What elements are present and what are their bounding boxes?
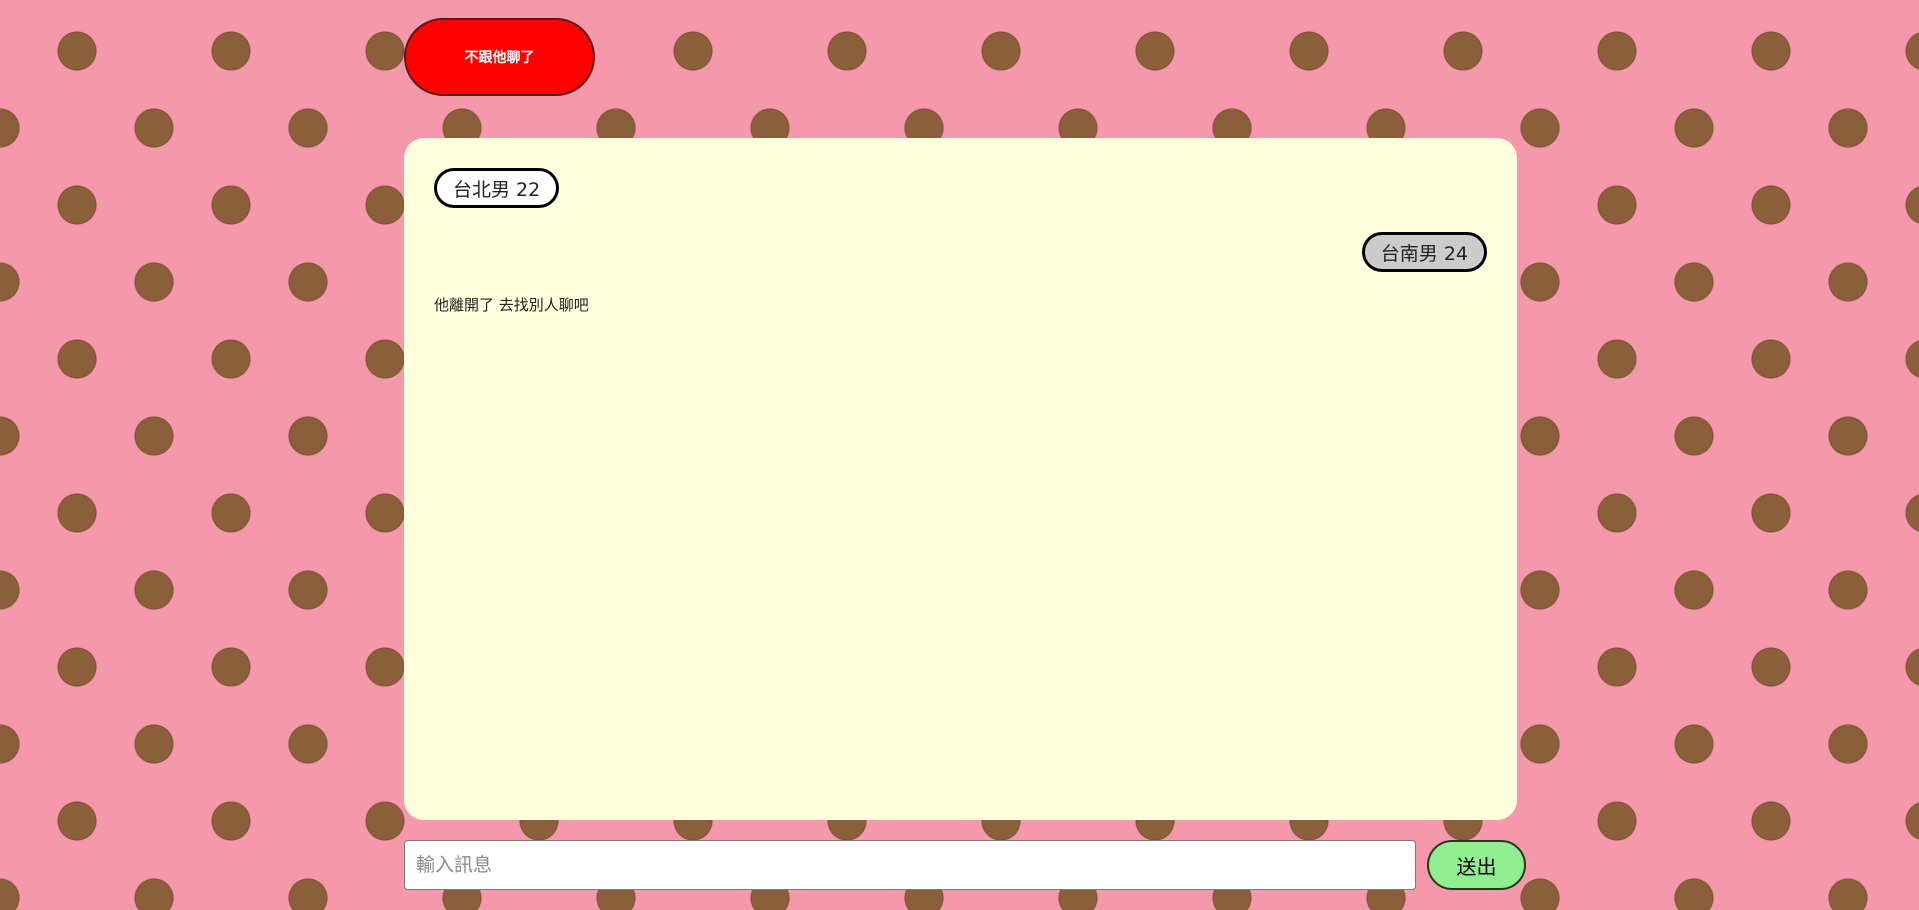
leave-chat-button[interactable]: 不跟他聊了	[404, 18, 595, 96]
chat-panel: 台北男 22 台南男 24 他離開了 去找別人聊吧	[404, 138, 1517, 820]
send-button[interactable]: 送出	[1427, 840, 1526, 890]
system-message: 他離開了 去找別人聊吧	[434, 296, 589, 314]
my-profile-tag: 台北男 22	[434, 168, 560, 208]
message-input[interactable]	[404, 840, 1416, 890]
page-background: { "header": { "leave_button_label": "不跟他…	[0, 0, 1919, 910]
partner-profile-tag: 台南男 24	[1361, 232, 1487, 272]
